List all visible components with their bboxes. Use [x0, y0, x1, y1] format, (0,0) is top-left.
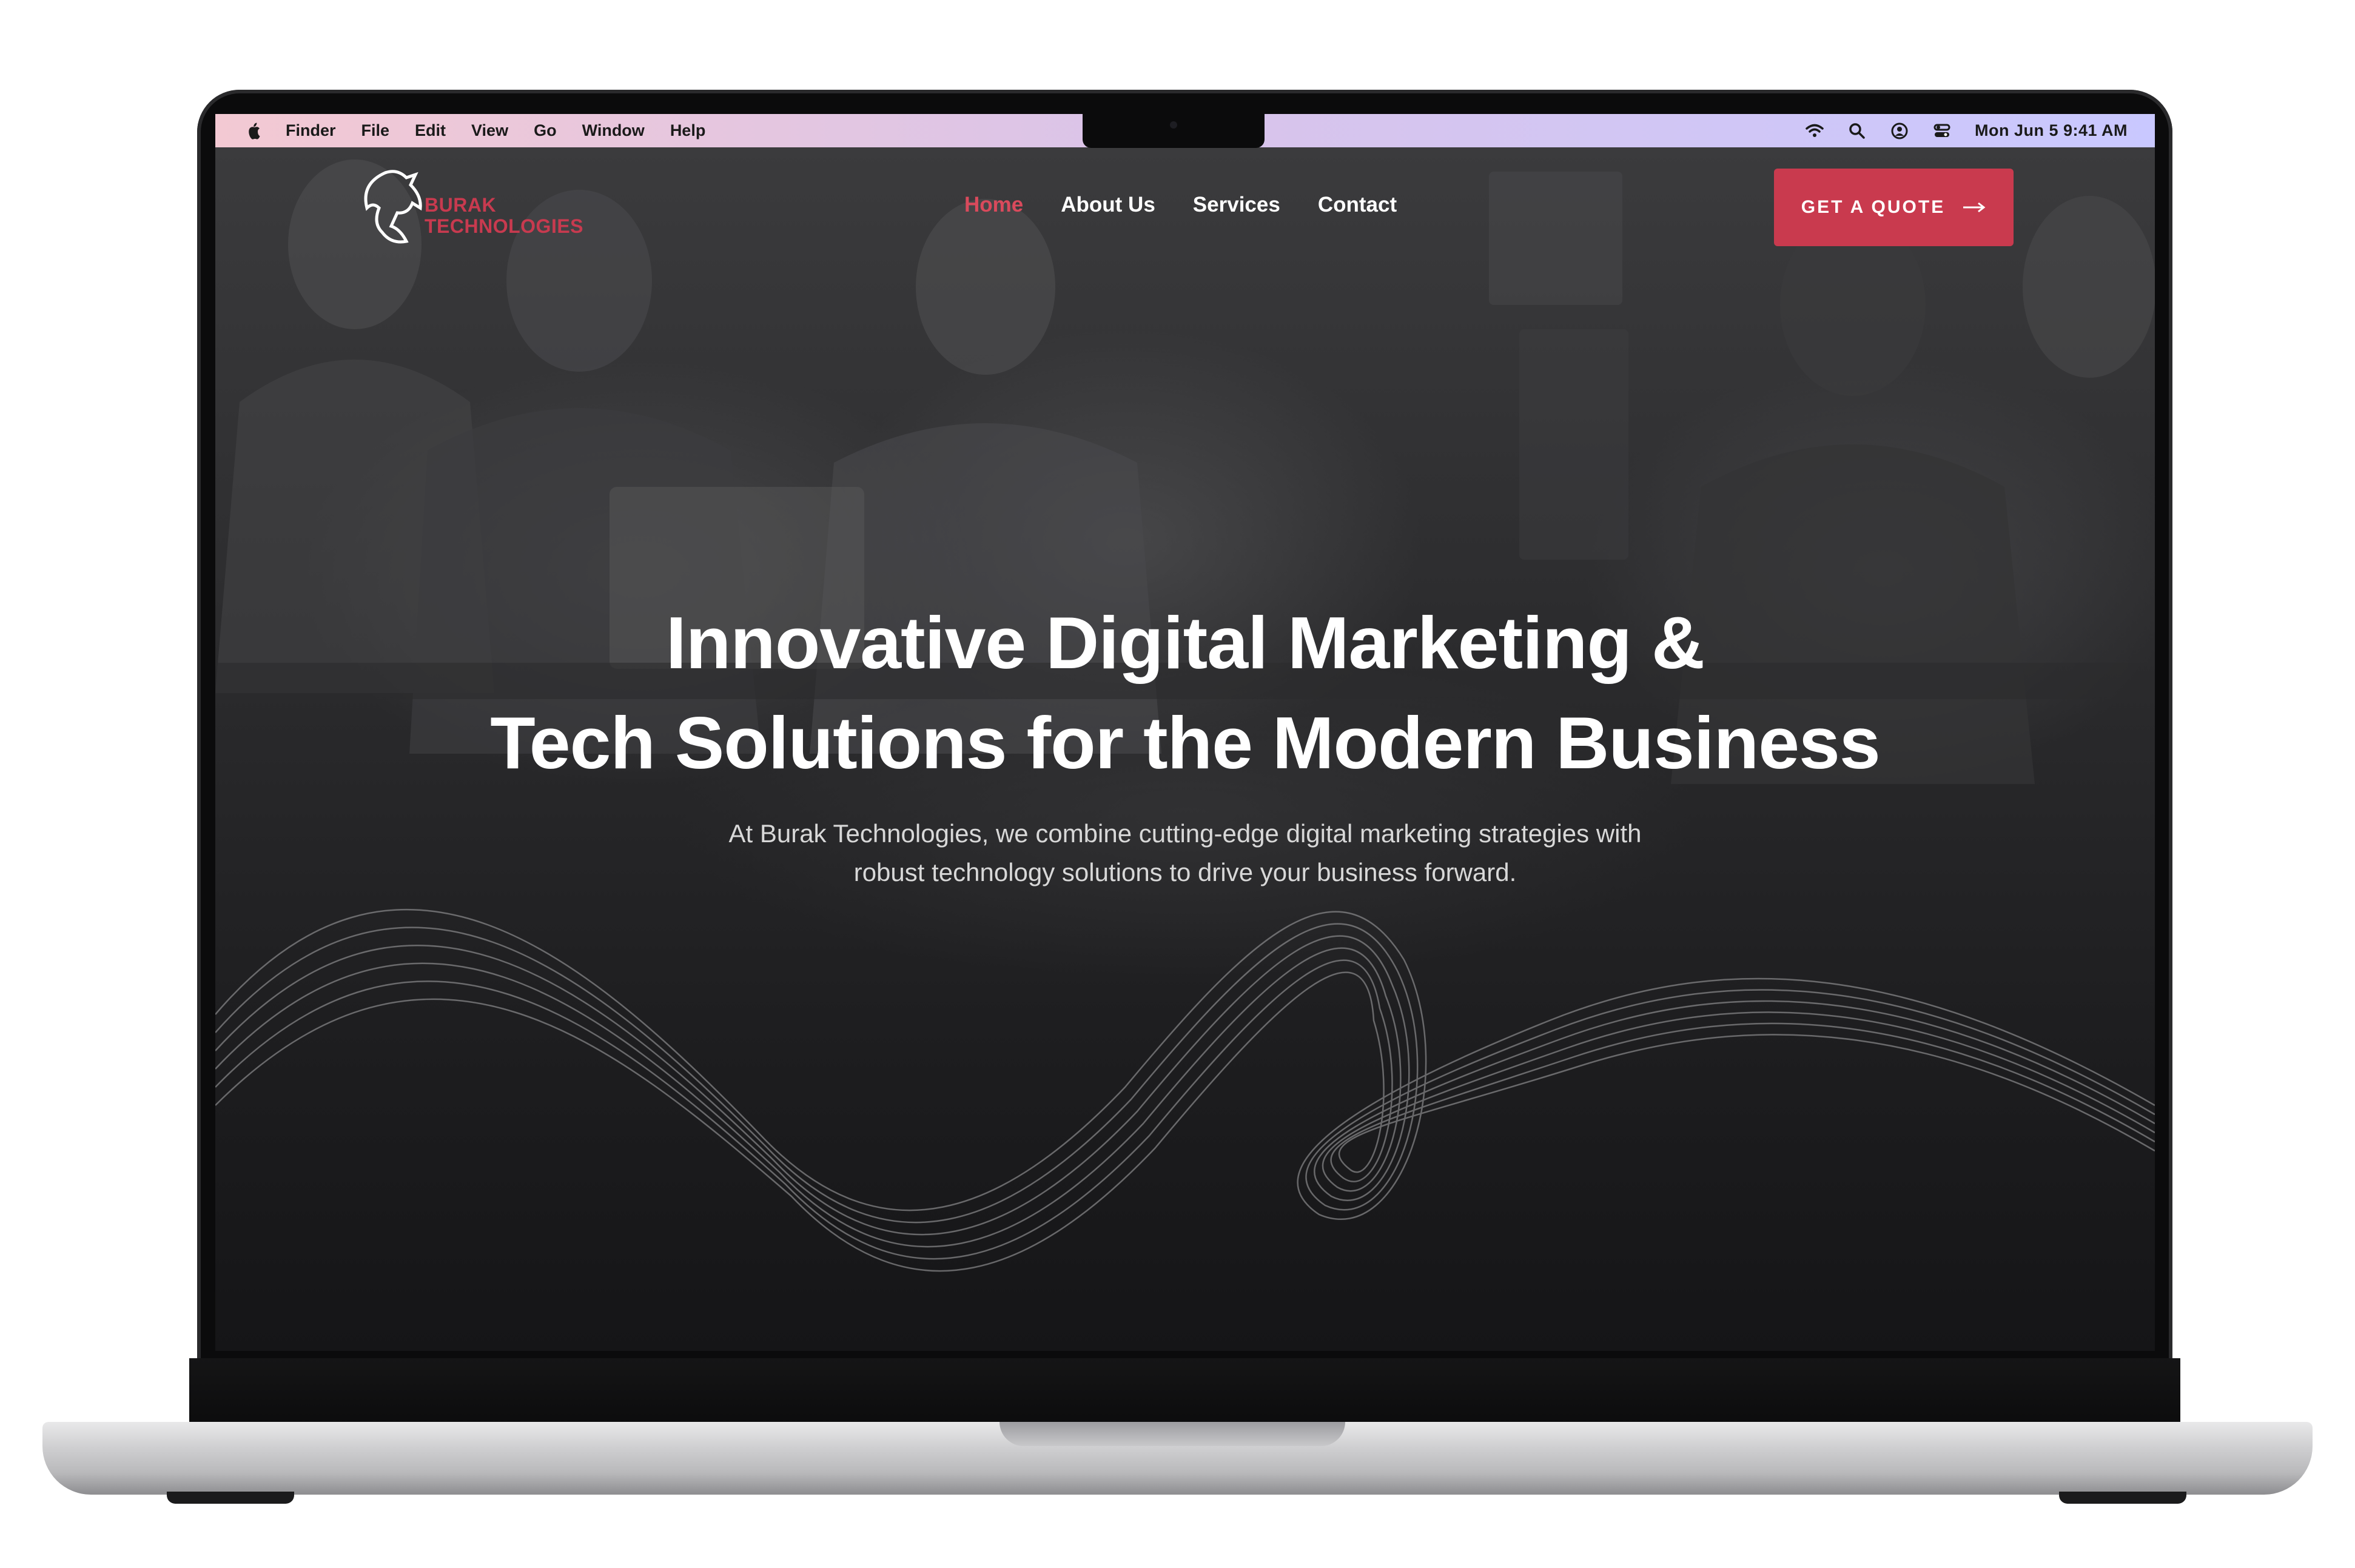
- camera-notch: [1083, 114, 1265, 148]
- menubar-tray: Mon Jun 5 9:41 AM: [1805, 114, 2128, 147]
- apple-icon[interactable]: [246, 121, 263, 141]
- menu-view[interactable]: View: [471, 121, 508, 140]
- hero-headline-line2: Tech Solutions for the Modern Business: [490, 702, 1881, 784]
- laptop-foot-left: [167, 1492, 294, 1504]
- hero-headline: Innovative Digital Marketing & Tech Solu…: [215, 593, 2155, 793]
- brand-name-line2: TECHNOLOGIES: [425, 215, 584, 237]
- menu-finder[interactable]: Finder: [286, 121, 336, 140]
- menubar-clock[interactable]: Mon Jun 5 9:41 AM: [1975, 121, 2128, 140]
- laptop-hinge: [189, 1358, 2180, 1425]
- control-center-icon[interactable]: [1932, 121, 1952, 141]
- hero-headline-line1: Innovative Digital Marketing &: [665, 601, 1705, 684]
- nav-home[interactable]: Home: [964, 193, 1023, 217]
- camera-icon: [1170, 121, 1177, 129]
- hero-subtext-line1: At Burak Technologies, we combine cuttin…: [728, 819, 1642, 848]
- menu-window[interactable]: Window: [582, 121, 645, 140]
- nav-contact[interactable]: Contact: [1318, 193, 1397, 217]
- hero-section: BURAK TECHNOLOGIES Home About Us Service…: [215, 147, 2155, 1351]
- brand-name: BURAK TECHNOLOGIES: [425, 195, 583, 237]
- main-nav: Home About Us Services Contact: [964, 193, 1434, 217]
- menu-edit[interactable]: Edit: [415, 121, 446, 140]
- search-icon[interactable]: [1847, 121, 1867, 141]
- wifi-icon[interactable]: [1805, 121, 1824, 141]
- arrow-right-icon: [1963, 202, 1986, 213]
- menu-go[interactable]: Go: [534, 121, 557, 140]
- horse-head-icon: [364, 170, 422, 244]
- cta-label: GET A QUOTE: [1801, 197, 1946, 217]
- get-a-quote-button[interactable]: GET A QUOTE: [1774, 169, 2014, 246]
- menu-help[interactable]: Help: [670, 121, 706, 140]
- brand-logo[interactable]: BURAK TECHNOLOGIES: [355, 166, 597, 250]
- laptop-screen: BURAK TECHNOLOGIES Home About Us Service…: [215, 114, 2155, 1351]
- decorative-wave-lines: [215, 908, 2155, 1272]
- nav-about-us[interactable]: About Us: [1061, 193, 1155, 217]
- nav-services[interactable]: Services: [1193, 193, 1280, 217]
- menu-file[interactable]: File: [361, 121, 390, 140]
- brand-name-line1: BURAK: [425, 194, 497, 216]
- laptop-foot-right: [2059, 1492, 2186, 1504]
- laptop-lid-groove: [999, 1422, 1345, 1446]
- user-icon[interactable]: [1890, 121, 1909, 141]
